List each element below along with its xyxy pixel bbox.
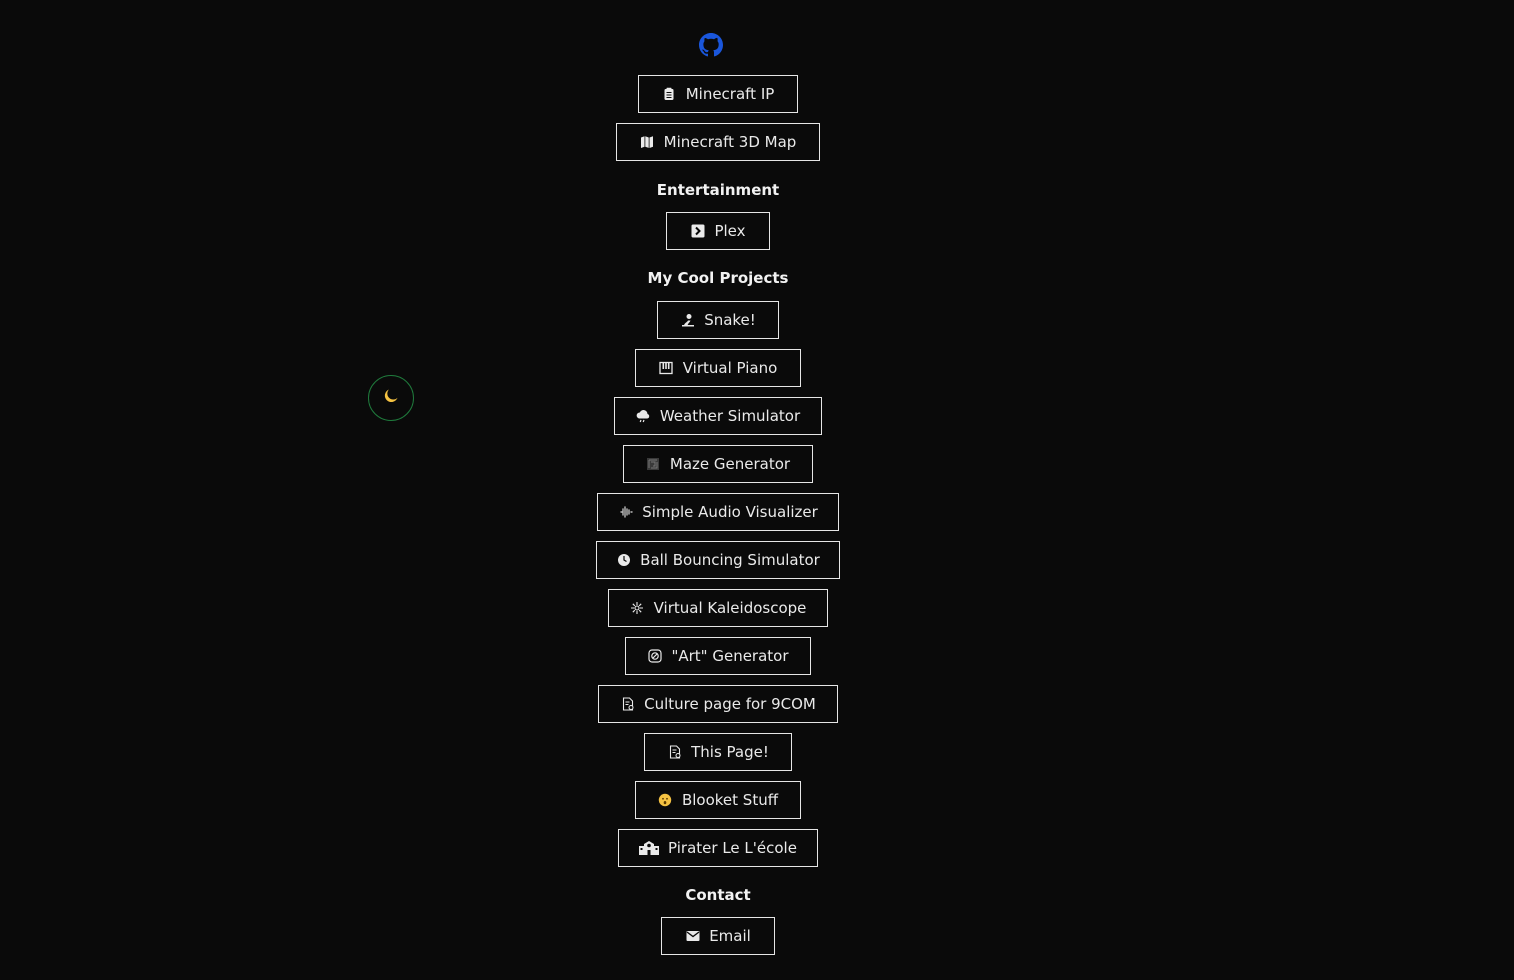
map-icon — [640, 135, 655, 150]
projects-heading: My Cool Projects — [647, 269, 789, 287]
piano-icon — [659, 361, 674, 376]
document-icon — [667, 745, 682, 760]
blooket-stuff-label: Blooket Stuff — [681, 791, 779, 809]
maze-generator-button[interactable]: Maze Generator — [623, 445, 813, 483]
art-generator-label: "Art" Generator — [671, 647, 789, 665]
email-label: Email — [709, 927, 751, 945]
school-icon — [639, 841, 660, 856]
document-icon — [620, 697, 635, 712]
entertainment-heading: Entertainment — [656, 181, 780, 199]
ball-bouncing-button[interactable]: Ball Bouncing Simulator — [596, 541, 840, 579]
this-page-button[interactable]: This Page! — [644, 733, 792, 771]
plex-label: Plex — [714, 222, 746, 240]
minecraft-3d-map-label: Minecraft 3D Map — [663, 133, 797, 151]
face-icon — [658, 793, 673, 808]
plex-icon — [690, 224, 705, 239]
maze-generator-label: Maze Generator — [669, 455, 791, 473]
virtual-piano-button[interactable]: Virtual Piano — [635, 349, 801, 387]
audio-visualizer-label: Simple Audio Visualizer — [642, 503, 818, 521]
minecraft-ip-label: Minecraft IP — [685, 85, 775, 103]
palette-icon — [647, 649, 662, 664]
this-page-label: This Page! — [691, 743, 769, 761]
email-button[interactable]: Email — [661, 917, 775, 955]
kaleidoscope-label: Virtual Kaleidoscope — [653, 599, 807, 617]
plex-button[interactable]: Plex — [666, 212, 770, 250]
contact-heading: Contact — [685, 886, 751, 904]
ball-icon — [616, 553, 631, 568]
pirater-lecole-label: Pirater Le L'école — [668, 839, 797, 857]
blooket-stuff-button[interactable]: Blooket Stuff — [635, 781, 801, 819]
cloud-rain-icon — [636, 409, 651, 424]
minecraft-3d-map-button[interactable]: Minecraft 3D Map — [616, 123, 820, 161]
envelope-icon — [685, 929, 700, 944]
theme-toggle-button[interactable] — [368, 375, 414, 421]
weather-simulator-button[interactable]: Weather Simulator — [614, 397, 822, 435]
snake-button[interactable]: Snake! — [657, 301, 779, 339]
github-icon[interactable] — [699, 33, 723, 57]
minecraft-ip-button[interactable]: Minecraft IP — [638, 75, 798, 113]
weather-simulator-label: Weather Simulator — [659, 407, 801, 425]
culture-page-button[interactable]: Culture page for 9COM — [598, 685, 838, 723]
waveform-icon — [618, 505, 633, 520]
art-generator-button[interactable]: "Art" Generator — [625, 637, 811, 675]
culture-page-label: Culture page for 9COM — [644, 695, 816, 713]
ball-bouncing-label: Ball Bouncing Simulator — [640, 551, 820, 569]
audio-visualizer-button[interactable]: Simple Audio Visualizer — [597, 493, 839, 531]
kaleidoscope-icon — [630, 601, 645, 616]
pirater-lecole-button[interactable]: Pirater Le L'école — [618, 829, 818, 867]
clipboard-icon — [662, 87, 677, 102]
page: Minecraft IP Minecraft 3D Map Entertainm… — [0, 0, 1514, 980]
snake-icon — [680, 313, 695, 328]
maze-icon — [646, 457, 661, 472]
moon-icon — [383, 388, 399, 408]
snake-label: Snake! — [704, 311, 756, 329]
kaleidoscope-button[interactable]: Virtual Kaleidoscope — [608, 589, 828, 627]
virtual-piano-label: Virtual Piano — [682, 359, 778, 377]
